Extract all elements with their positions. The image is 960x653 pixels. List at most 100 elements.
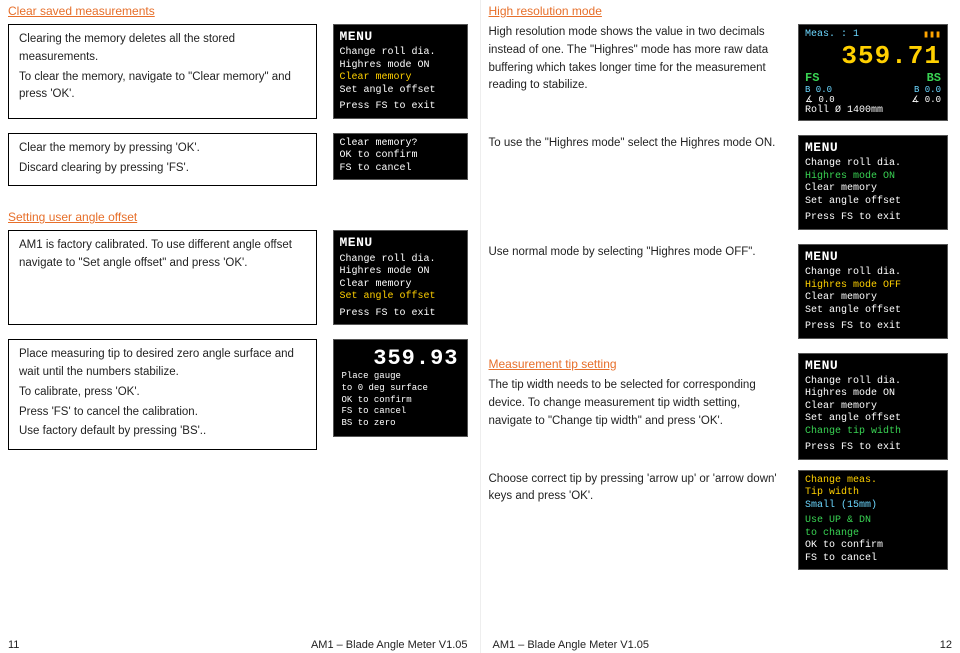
menu-screenshot-clear: MENU Change roll dia. Highres mode ON Cl…	[333, 24, 468, 119]
paragraph: Use factory default by pressing 'BS'..	[19, 423, 306, 441]
meas-sub: ∡ 0.0	[805, 95, 835, 105]
paragraph: Discard clearing by pressing 'FS'.	[19, 160, 306, 178]
lcd-line-selected: Change tip width	[805, 426, 941, 439]
lcd-line: Change roll dia.	[805, 376, 941, 389]
lcd-line: OK to confirm	[340, 150, 461, 163]
meas-label: Meas. : 1	[805, 29, 859, 41]
lcd-line: Set angle offset	[805, 305, 941, 318]
clear-saved-block1: Clearing the memory deletes all the stor…	[8, 24, 317, 119]
lcd-line: Use UP & DN	[805, 515, 941, 528]
lcd-line: Set angle offset	[805, 196, 941, 209]
lcd-line: OK to confirm	[342, 395, 459, 407]
meas-value: 359.71	[805, 41, 941, 71]
heading-clear-saved: Clear saved measurements	[8, 4, 468, 18]
lcd-line: Change roll dia.	[340, 47, 461, 60]
paragraph: To clear the memory, navigate to "Clear …	[19, 69, 306, 105]
lcd-line: to 0 deg surface	[342, 383, 459, 395]
doc-title: AM1 – Blade Angle Meter V1.05	[493, 639, 650, 651]
bs-label: BS	[927, 71, 941, 85]
menu-screenshot-offset: MENU Change roll dia. Highres mode ON Cl…	[333, 230, 468, 325]
paragraph: Press 'FS' to cancel the calibration.	[19, 404, 306, 422]
lcd-line: Highres mode ON	[340, 266, 461, 279]
lcd-line: Set angle offset	[340, 85, 461, 98]
lcd-title: MENU	[805, 140, 941, 156]
lcd-title: MENU	[805, 358, 941, 374]
lcd-line: FS to cancel	[342, 406, 459, 418]
paragraph: Use normal mode by selecting "Highres mo…	[489, 244, 783, 262]
lcd-title: MENU	[805, 249, 941, 265]
lcd-line: BS to zero	[342, 418, 459, 430]
paragraph: To use the "Highres mode" select the Hig…	[489, 135, 783, 153]
heading-angle-offset: Setting user angle offset	[8, 210, 468, 224]
page-number: 12	[940, 639, 952, 651]
lcd-footer: Press FS to exit	[340, 308, 461, 321]
page-number: 11	[8, 639, 19, 651]
tip-text-column: Measurement tip setting The tip width ne…	[489, 353, 783, 509]
meas-footer: Roll Ø 1400mm	[805, 105, 941, 116]
lcd-line: FS to cancel	[340, 163, 461, 176]
lcd-footer: Press FS to exit	[340, 101, 461, 114]
lcd-footer: Press FS to exit	[805, 212, 941, 225]
lcd-line: Highres mode ON	[805, 388, 941, 401]
lcd-line-selected: Set angle offset	[340, 291, 461, 304]
page-12: High resolution mode High resolution mod…	[481, 0, 960, 653]
lcd-title: MENU	[340, 29, 461, 45]
lcd-line: Clear memory	[805, 183, 941, 196]
lcd-line: Tip width	[805, 487, 941, 500]
calib-value: 359.93	[342, 346, 459, 371]
lcd-line: Clear memory	[340, 279, 461, 292]
highres-block1: High resolution mode shows the value in …	[489, 24, 783, 121]
tip-select-screenshot: Change meas. Tip width Small (15mm) Use …	[798, 470, 948, 571]
fs-label: FS	[805, 71, 819, 85]
angle-offset-block2: Place measuring tip to desired zero angl…	[8, 339, 317, 450]
paragraph: Clearing the memory deletes all the stor…	[19, 31, 306, 67]
lcd-line-selected: Highres mode OFF	[805, 280, 941, 293]
paragraph: Place measuring tip to desired zero angl…	[19, 346, 306, 382]
paragraph: To calibrate, press 'OK'.	[19, 384, 306, 402]
lcd-line: FS to cancel	[805, 553, 941, 566]
footer-right: AM1 – Blade Angle Meter V1.05 12	[493, 639, 953, 651]
lcd-line: OK to confirm	[805, 540, 941, 553]
menu-screenshot-highres-on: MENU Change roll dia. Highres mode ON Cl…	[798, 135, 948, 230]
paragraph: High resolution mode shows the value in …	[489, 24, 783, 95]
lcd-line: Highres mode ON	[340, 60, 461, 73]
paragraph: The tip width needs to be selected for c…	[489, 377, 783, 430]
doc-title: AM1 – Blade Angle Meter V1.05	[311, 639, 468, 651]
paragraph: AM1 is factory calibrated. To use differ…	[19, 237, 306, 273]
lcd-line-value: Small (15mm)	[805, 500, 941, 513]
clear-saved-block2: Clear the memory by pressing 'OK'. Disca…	[8, 133, 317, 187]
lcd-line-selected: Clear memory	[340, 72, 461, 85]
lcd-line: Set angle offset	[805, 413, 941, 426]
menu-screenshot-highres-off: MENU Change roll dia. Highres mode OFF C…	[798, 244, 948, 339]
heading-tip-setting: Measurement tip setting	[489, 355, 783, 374]
lcd-line: Change roll dia.	[340, 254, 461, 267]
menu-screenshot-tip: MENU Change roll dia. Highres mode ON Cl…	[798, 353, 948, 460]
lcd-footer: Press FS to exit	[805, 321, 941, 334]
lcd-line-selected: Highres mode ON	[805, 171, 941, 184]
paragraph: Choose correct tip by pressing 'arrow up…	[489, 471, 783, 507]
footer-left: 11 AM1 – Blade Angle Meter V1.05	[8, 639, 468, 651]
paragraph: Clear the memory by pressing 'OK'.	[19, 140, 306, 158]
lcd-line: Clear memory	[805, 292, 941, 305]
lcd-line: Change meas.	[805, 475, 941, 488]
lcd-line: Clear memory	[805, 401, 941, 414]
lcd-line: Change roll dia.	[805, 267, 941, 280]
lcd-title: MENU	[340, 235, 461, 251]
meas-display-screenshot: Meas. : 1 ▮▮▮ 359.71 FS BS B 0.0 B 0.0 ∡ 0.…	[798, 24, 948, 121]
lcd-line: to change	[805, 528, 941, 541]
page-11: Clear saved measurements Clearing the me…	[0, 0, 481, 653]
battery-icon: ▮▮▮	[923, 29, 941, 41]
highres-block2: To use the "Highres mode" select the Hig…	[489, 135, 783, 230]
calib-screenshot: 359.93 Place gauge to 0 deg surface OK t…	[333, 339, 468, 436]
highres-block3: Use normal mode by selecting "Highres mo…	[489, 244, 783, 339]
lcd-footer: Press FS to exit	[805, 442, 941, 455]
meas-sub: ∡ 0.0	[911, 95, 941, 105]
heading-highres: High resolution mode	[489, 4, 949, 18]
confirm-screenshot: Clear memory? OK to confirm FS to cancel	[333, 133, 468, 181]
meas-sub: B 0.0	[914, 85, 941, 95]
lcd-line: Place gauge	[342, 371, 459, 383]
meas-sub: B 0.0	[805, 85, 832, 95]
angle-offset-block1: AM1 is factory calibrated. To use differ…	[8, 230, 317, 325]
lcd-line: Clear memory?	[340, 138, 461, 151]
lcd-line: Change roll dia.	[805, 158, 941, 171]
